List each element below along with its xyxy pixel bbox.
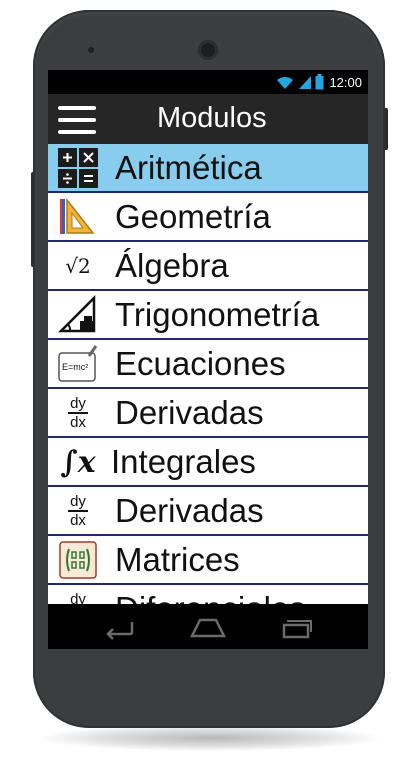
navigation-bar [48,604,368,649]
icon-glyph: ∫x [60,444,96,480]
icon-glyph-bottom: dx [70,413,86,431]
module-label: Aritmética [115,149,262,186]
list-item-ecuaciones[interactable]: E=mc² Ecuaciones [48,340,368,389]
list-item-derivadas[interactable]: dy dx Derivadas [48,487,368,536]
list-item-diferenciales[interactable]: dy dx Diferenciales [48,585,368,604]
list-item-algebra[interactable]: √2 Álgebra [48,242,368,291]
list-item-integrales[interactable]: ∫x Integrales [48,438,368,487]
phone-shadow [40,725,380,751]
hamburger-menu-icon[interactable] [58,106,96,134]
recent-apps-icon[interactable] [276,614,316,640]
calculator-icon [58,148,98,188]
list-item-trigonometria[interactable]: Trigonometría [48,291,368,340]
home-icon[interactable] [188,614,228,640]
derivative-icon: dy dx [58,589,98,604]
list-item-derivadas[interactable]: dy dx Derivadas [48,389,368,438]
module-label: Matrices [115,541,240,578]
derivative-icon: dy dx [58,393,98,433]
module-label: Diferenciales [115,589,306,604]
page-title: Modulos [157,102,267,134]
chalkboard-equation-icon: E=mc² [58,344,98,384]
right-triangle-angle-icon [58,295,98,335]
modules-list[interactable]: Aritmética Geometría √2 Álgebra Trigonom… [48,144,368,604]
back-icon[interactable] [100,614,140,640]
icon-glyph-top: dy [70,395,86,413]
status-bar: 12:00 [48,70,368,94]
integral-icon: ∫x [58,442,98,482]
signal-icon [299,76,312,89]
module-label: Derivadas [115,394,264,431]
ruler-triangle-icon [58,197,98,237]
phone-screen: 12:00 Modulos Aritmética Geometría √2 Ál… [48,70,368,649]
list-item-geometria[interactable]: Geometría [48,193,368,242]
matrix-icon [58,540,98,580]
battery-icon [315,74,324,90]
sensor-dot [88,47,94,53]
status-icons: 12:00 [275,73,362,91]
icon-glyph-top: dy [70,591,86,604]
list-item-matrices[interactable]: Matrices [48,536,368,585]
module-label: Álgebra [115,247,229,284]
list-item-aritmetica[interactable]: Aritmética [48,144,368,193]
status-time: 12:00 [329,74,362,90]
square-root-icon: √2 [58,246,98,286]
module-label: Trigonometría [115,296,320,333]
wifi-icon [277,76,294,89]
module-label: Ecuaciones [115,345,286,382]
icon-glyph-top: dy [70,493,86,511]
icon-glyph: √2 [65,254,91,278]
front-camera [198,40,218,60]
icon-glyph-bottom: dx [70,511,86,529]
module-label: Geometría [115,198,271,235]
action-bar: Modulos [48,94,368,144]
module-label: Integrales [111,443,256,480]
module-label: Derivadas [115,492,264,529]
icon-glyph: E=mc² [62,362,89,372]
derivative-icon: dy dx [58,491,98,531]
